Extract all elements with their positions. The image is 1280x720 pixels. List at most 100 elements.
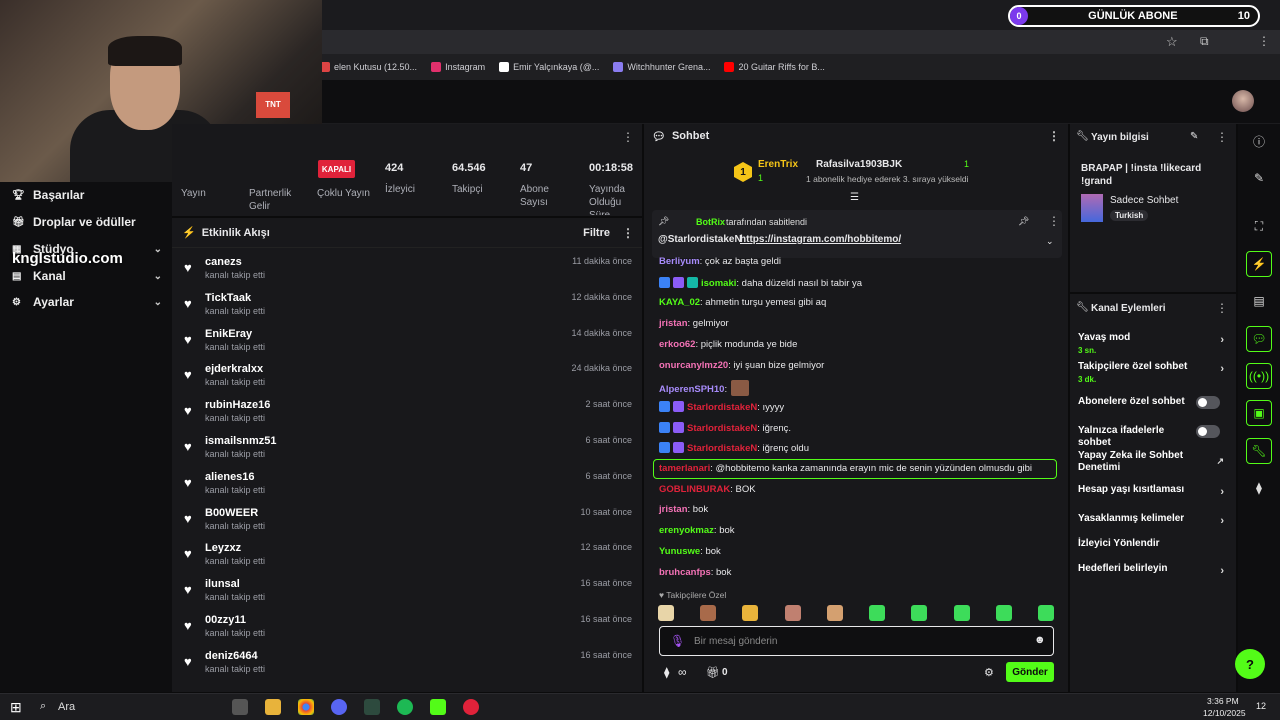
emote-icon[interactable] bbox=[1037, 605, 1054, 621]
info-menu-icon[interactable]: ⋮ bbox=[1216, 130, 1228, 144]
follower-name[interactable]: alienes16 bbox=[205, 471, 255, 483]
bookmark-item[interactable]: Instagram bbox=[431, 62, 485, 72]
layout-icon[interactable]: ▣ bbox=[1246, 400, 1272, 426]
follower-name[interactable]: ejderkralxx bbox=[205, 363, 263, 375]
chat-settings-icon[interactable]: ⚙ bbox=[984, 666, 994, 679]
chat-username[interactable]: StarlordistakeN bbox=[687, 423, 757, 434]
support-button[interactable]: ? bbox=[1235, 649, 1265, 679]
chat-username[interactable]: erkoo62 bbox=[659, 339, 695, 350]
channel-action-item[interactable]: Takipçilere özel sohbet 3 dk. › bbox=[1078, 361, 1228, 384]
crop-icon[interactable]: ⛶ bbox=[1246, 213, 1272, 239]
emote-icon[interactable] bbox=[784, 605, 801, 621]
emote-icon[interactable] bbox=[869, 605, 886, 621]
sidebar-item-3[interactable]: ▤ Kanal ⌄ bbox=[12, 269, 162, 283]
emote-icon[interactable] bbox=[742, 605, 759, 621]
chat-username[interactable]: erenyokmaz bbox=[659, 525, 714, 536]
emote-rail-icon[interactable]: ⧫ bbox=[1246, 475, 1272, 501]
channel-action-item[interactable]: İzleyici Yönlendir bbox=[1078, 538, 1228, 550]
follower-name[interactable]: Leyzxz bbox=[205, 542, 241, 554]
edit-rail-icon[interactable]: ✎ bbox=[1246, 165, 1272, 191]
explorer-icon[interactable] bbox=[265, 699, 281, 715]
points-icon[interactable]: ⧫ bbox=[664, 666, 669, 679]
channel-action-item[interactable]: Yapay Zeka ile Sohbet Denetimi ↗ bbox=[1078, 450, 1228, 474]
chat-username[interactable]: onurcanylmz20 bbox=[659, 360, 728, 371]
chat-username[interactable]: Berliyum bbox=[659, 256, 700, 267]
wrench-rail-icon[interactable]: 🔧︎ bbox=[1246, 438, 1272, 464]
follower-name[interactable]: ilunsal bbox=[205, 578, 240, 590]
sidebar-item-0[interactable]: 🏆︎ Başarılar bbox=[12, 188, 162, 202]
pinned-link[interactable]: https://instagram.com/hobbitemo/ bbox=[740, 234, 901, 245]
search-icon[interactable]: ⌕ bbox=[40, 700, 46, 713]
channel-action-item[interactable]: Abonelere özel sohbet bbox=[1078, 396, 1228, 409]
chat-username[interactable]: tamerlanari bbox=[659, 463, 710, 474]
taskbar-search[interactable]: Ara bbox=[58, 701, 75, 713]
follower-name[interactable]: rubinHaze16 bbox=[205, 399, 270, 411]
kick-icon[interactable] bbox=[430, 699, 446, 715]
channel-action-item[interactable]: Yasaklanmış kelimeler › bbox=[1078, 513, 1228, 527]
chat-username[interactable]: isomaki bbox=[701, 278, 736, 289]
follower-name[interactable]: TickTaak bbox=[205, 292, 251, 304]
actions-menu-icon[interactable]: ⋮ bbox=[1216, 301, 1228, 315]
chat-username[interactable]: GOBLINBURAK bbox=[659, 484, 730, 495]
emote-icon[interactable] bbox=[911, 605, 928, 621]
emoji-icon[interactable]: ☻ bbox=[1034, 634, 1046, 646]
extensions-icon[interactable]: ⧉ bbox=[1200, 34, 1209, 49]
expand-leader-icon[interactable]: ☰ bbox=[850, 192, 859, 203]
emote-icon[interactable] bbox=[700, 605, 717, 621]
channel-action-item[interactable]: Hesap yaşı kısıtlaması › bbox=[1078, 484, 1228, 498]
language-tag[interactable]: Turkish bbox=[1110, 210, 1149, 221]
follower-name[interactable]: deniz6464 bbox=[205, 650, 258, 662]
bookmark-item[interactable]: 20 Guitar Riffs for B... bbox=[724, 62, 825, 72]
chat-rail-icon[interactable]: 💬︎ bbox=[1246, 326, 1272, 352]
mic-icon[interactable]: 🎙︎ bbox=[670, 634, 685, 648]
follower-name[interactable]: ismailsnmz51 bbox=[205, 435, 277, 447]
collapse-pinned-icon[interactable]: ⌄ bbox=[1046, 236, 1054, 247]
app-icon[interactable] bbox=[364, 699, 380, 715]
bookmark-star-icon[interactable]: ☆ bbox=[1166, 34, 1178, 50]
toggle-switch[interactable] bbox=[1196, 425, 1220, 438]
emote-icon[interactable] bbox=[658, 605, 674, 621]
app2-icon[interactable] bbox=[463, 699, 479, 715]
chrome-icon[interactable] bbox=[298, 699, 314, 715]
bookmark-item[interactable]: Emir Yalçınkaya (@... bbox=[499, 62, 599, 72]
obs-icon[interactable] bbox=[331, 699, 347, 715]
channel-action-item[interactable]: Yavaş mod 3 sn. › bbox=[1078, 332, 1228, 355]
clock-time[interactable]: 3:36 PM bbox=[1207, 696, 1239, 706]
chat-menu-icon[interactable]: ⋮ bbox=[1048, 129, 1060, 143]
channel-action-item[interactable]: Hedefleri belirleyin › bbox=[1078, 563, 1228, 577]
category-name[interactable]: Sadece Sohbet bbox=[1110, 195, 1178, 206]
chat-input[interactable]: 🎙︎ Bir mesaj gönderin ☻ bbox=[659, 626, 1054, 656]
leader-name[interactable]: ErenTrix bbox=[758, 159, 798, 170]
broadcast-icon[interactable]: ((•)) bbox=[1246, 363, 1272, 389]
chat-username[interactable]: AlperenSPH10 bbox=[659, 384, 724, 395]
edit-icon[interactable]: ✎ bbox=[1190, 131, 1198, 142]
document-icon[interactable]: ▤ bbox=[1246, 288, 1272, 314]
gifter-name[interactable]: Rafasilva1903BJK bbox=[816, 159, 902, 170]
pinned-by-user[interactable]: BotRix bbox=[696, 217, 725, 227]
emote-icon[interactable] bbox=[826, 605, 843, 621]
bookmark-item[interactable]: Witchhunter Grena... bbox=[613, 62, 710, 72]
address-bar[interactable]: ☆ ⧉ ⋮ bbox=[320, 30, 1280, 54]
channel-action-item[interactable]: Yalnızca ifadelerle sohbet bbox=[1078, 425, 1228, 449]
clock-date[interactable]: 12/10/2025 bbox=[1203, 708, 1246, 718]
filter-button[interactable]: Filtre bbox=[583, 227, 610, 239]
chat-username[interactable]: StarlordistakeN bbox=[687, 443, 757, 454]
chat-username[interactable]: Yunuswe bbox=[659, 546, 700, 557]
follower-name[interactable]: canezs bbox=[205, 256, 242, 268]
chat-username[interactable]: KAYA_02 bbox=[659, 297, 700, 308]
bookmark-item[interactable]: elen Kutusu (12.50... bbox=[320, 62, 417, 72]
chat-username[interactable]: bruhcanfps bbox=[659, 567, 711, 578]
lightning-rail-icon[interactable]: ⚡ bbox=[1246, 251, 1272, 277]
sidebar-item-1[interactable]: 🎁︎ Droplar ve ödüller bbox=[12, 215, 162, 229]
chat-username[interactable]: jristan bbox=[659, 318, 688, 329]
activity-menu-icon[interactable]: ⋮ bbox=[622, 226, 634, 240]
toggle-switch[interactable] bbox=[1196, 396, 1220, 409]
chat-username[interactable]: jristan bbox=[659, 504, 688, 515]
menu-icon[interactable]: ⋮ bbox=[1258, 34, 1270, 48]
stats-menu-icon[interactable]: ⋮ bbox=[622, 130, 634, 144]
emote-icon[interactable] bbox=[953, 605, 970, 621]
chat-username[interactable]: StarlordistakeN bbox=[687, 402, 757, 413]
emote-icon[interactable] bbox=[995, 605, 1012, 621]
sidebar-item-4[interactable]: ⚙ Ayarlar ⌄ bbox=[12, 295, 162, 309]
avatar[interactable] bbox=[1232, 90, 1254, 112]
